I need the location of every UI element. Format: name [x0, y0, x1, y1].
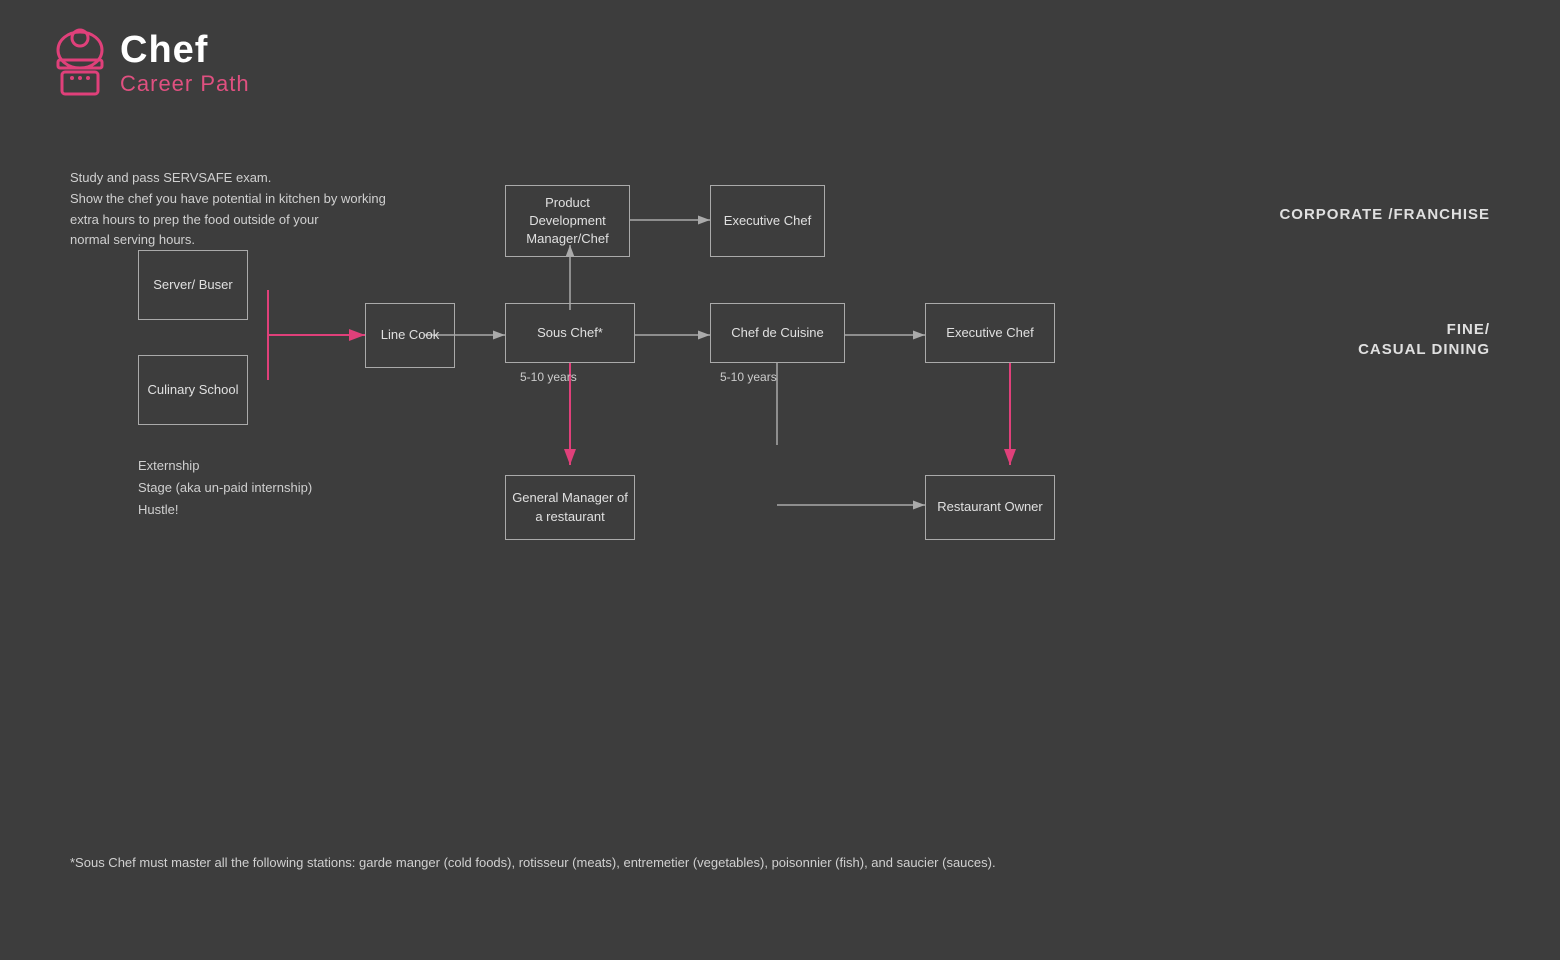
label-corporate: CORPORATE /FRANCHISE — [1279, 205, 1490, 225]
externship-line1: Externship — [138, 455, 312, 477]
box-executive-chef-mid: Executive Chef — [925, 303, 1055, 363]
fine-dining-line2: CASUAL DINING — [1358, 340, 1490, 360]
box-sous-chef: Sous Chef* — [505, 303, 635, 363]
header: Chef Career Path — [50, 28, 250, 98]
box-executive-chef-top: Executive Chef — [710, 185, 825, 257]
logo-icon — [50, 28, 110, 98]
externship-line3: Hustle! — [138, 499, 312, 521]
externship-line2: Stage (aka un-paid internship) — [138, 477, 312, 499]
box-server-buser: Server/ Buser — [138, 250, 248, 320]
year-label-chef-de-cuisine: 5-10 years — [720, 370, 777, 384]
box-product-dev: Product Development Manager/Chef — [505, 185, 630, 257]
fine-dining-line1: FINE/ — [1358, 320, 1490, 340]
footnote: *Sous Chef must master all the following… — [70, 855, 996, 870]
box-chef-de-cuisine: Chef de Cuisine — [710, 303, 845, 363]
box-culinary-school: Culinary School — [138, 355, 248, 425]
year-label-sous-chef: 5-10 years — [520, 370, 577, 384]
box-restaurant-owner: Restaurant Owner — [925, 475, 1055, 540]
logo-text: Chef Career Path — [120, 30, 250, 96]
box-general-manager: General Manager of a restaurant — [505, 475, 635, 540]
logo-career-label: Career Path — [120, 72, 250, 96]
diagram: Server/ Buser Culinary School Line Cook … — [70, 155, 1490, 705]
box-line-cook: Line Cook — [365, 303, 455, 368]
externship-text: Externship Stage (aka un-paid internship… — [138, 455, 312, 521]
logo-chef-label: Chef — [120, 30, 250, 72]
label-fine-dining: FINE/ CASUAL DINING — [1358, 320, 1490, 359]
